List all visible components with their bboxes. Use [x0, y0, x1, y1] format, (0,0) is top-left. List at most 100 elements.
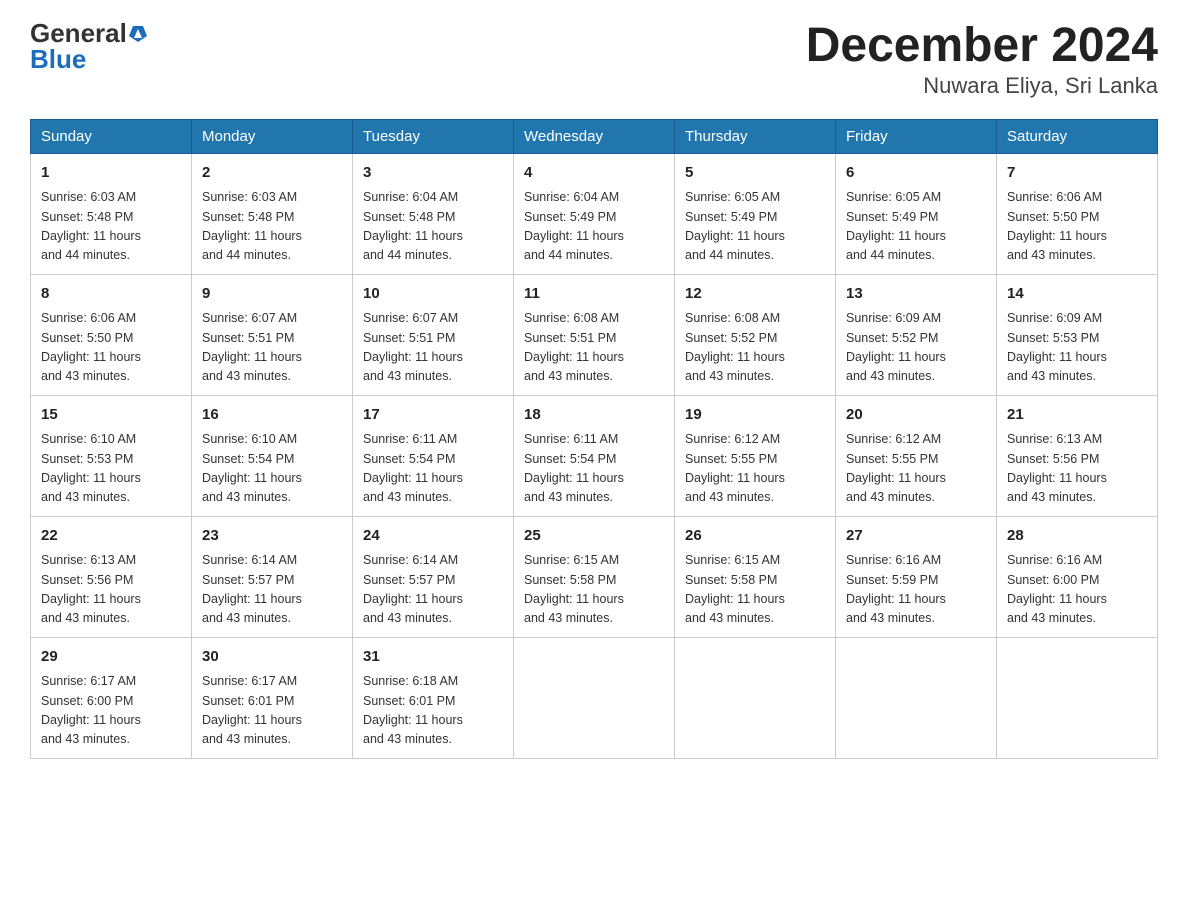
day-info: Sunrise: 6:16 AMSunset: 6:00 PMDaylight:… [1007, 551, 1147, 629]
calendar-cell: 6 Sunrise: 6:05 AMSunset: 5:49 PMDaylight… [836, 153, 997, 274]
day-number: 10 [363, 283, 503, 306]
day-info: Sunrise: 6:12 AMSunset: 5:55 PMDaylight:… [685, 430, 825, 508]
day-info: Sunrise: 6:11 AMSunset: 5:54 PMDaylight:… [524, 430, 664, 508]
day-number: 13 [846, 283, 986, 306]
calendar-cell: 31 Sunrise: 6:18 AMSunset: 6:01 PMDayligh… [353, 637, 514, 758]
day-number: 16 [202, 404, 342, 427]
page-header: General Blue December 2024 Nuwara Eliya,… [30, 20, 1158, 99]
day-number: 20 [846, 404, 986, 427]
day-number: 8 [41, 283, 181, 306]
day-info: Sunrise: 6:09 AMSunset: 5:52 PMDaylight:… [846, 309, 986, 387]
calendar-cell [997, 637, 1158, 758]
header-sunday: Sunday [31, 119, 192, 153]
calendar-cell: 21 Sunrise: 6:13 AMSunset: 5:56 PMDayligh… [997, 395, 1158, 516]
day-info: Sunrise: 6:11 AMSunset: 5:54 PMDaylight:… [363, 430, 503, 508]
day-info: Sunrise: 6:04 AMSunset: 5:49 PMDaylight:… [524, 188, 664, 266]
calendar-cell: 11 Sunrise: 6:08 AMSunset: 5:51 PMDayligh… [514, 274, 675, 395]
day-info: Sunrise: 6:16 AMSunset: 5:59 PMDaylight:… [846, 551, 986, 629]
calendar-cell: 26 Sunrise: 6:15 AMSunset: 5:58 PMDayligh… [675, 516, 836, 637]
day-number: 2 [202, 162, 342, 185]
header-tuesday: Tuesday [353, 119, 514, 153]
day-info: Sunrise: 6:06 AMSunset: 5:50 PMDaylight:… [1007, 188, 1147, 266]
day-info: Sunrise: 6:14 AMSunset: 5:57 PMDaylight:… [202, 551, 342, 629]
calendar-cell: 23Sunrise: 6:14 AMSunset: 5:57 PMDayligh… [192, 516, 353, 637]
calendar-week-3: 15 Sunrise: 6:10 AMSunset: 5:53 PMDayligh… [31, 395, 1158, 516]
calendar-cell: 24 Sunrise: 6:14 AMSunset: 5:57 PMDayligh… [353, 516, 514, 637]
day-info: Sunrise: 6:13 AMSunset: 5:56 PMDaylight:… [41, 551, 181, 629]
calendar-cell: 16Sunrise: 6:10 AMSunset: 5:54 PMDayligh… [192, 395, 353, 516]
calendar-cell: 1 Sunrise: 6:03 AMSunset: 5:48 PMDaylight… [31, 153, 192, 274]
day-number: 26 [685, 525, 825, 548]
day-info: Sunrise: 6:03 AMSunset: 5:48 PMDaylight:… [41, 188, 181, 266]
calendar-cell: 15 Sunrise: 6:10 AMSunset: 5:53 PMDayligh… [31, 395, 192, 516]
day-info: Sunrise: 6:18 AMSunset: 6:01 PMDaylight:… [363, 672, 503, 750]
calendar-cell: 4Sunrise: 6:04 AMSunset: 5:49 PMDaylight… [514, 153, 675, 274]
calendar-cell: 18 Sunrise: 6:11 AMSunset: 5:54 PMDayligh… [514, 395, 675, 516]
day-info: Sunrise: 6:09 AMSunset: 5:53 PMDaylight:… [1007, 309, 1147, 387]
calendar-cell: 3 Sunrise: 6:04 AMSunset: 5:48 PMDaylight… [353, 153, 514, 274]
day-number: 27 [846, 525, 986, 548]
calendar-cell: 28 Sunrise: 6:16 AMSunset: 6:00 PMDayligh… [997, 516, 1158, 637]
day-info: Sunrise: 6:07 AMSunset: 5:51 PMDaylight:… [202, 309, 342, 387]
calendar-week-2: 8Sunrise: 6:06 AMSunset: 5:50 PMDaylight… [31, 274, 1158, 395]
day-info: Sunrise: 6:08 AMSunset: 5:51 PMDaylight:… [524, 309, 664, 387]
header-friday: Friday [836, 119, 997, 153]
day-number: 24 [363, 525, 503, 548]
calendar-cell: 27 Sunrise: 6:16 AMSunset: 5:59 PMDayligh… [836, 516, 997, 637]
day-number: 12 [685, 283, 825, 306]
calendar-cell: 19 Sunrise: 6:12 AMSunset: 5:55 PMDayligh… [675, 395, 836, 516]
day-info: Sunrise: 6:05 AMSunset: 5:49 PMDaylight:… [685, 188, 825, 266]
calendar-cell: 10 Sunrise: 6:07 AMSunset: 5:51 PMDayligh… [353, 274, 514, 395]
day-number: 11 [524, 283, 664, 306]
header-saturday: Saturday [997, 119, 1158, 153]
day-number: 1 [41, 162, 181, 185]
calendar-cell: 5 Sunrise: 6:05 AMSunset: 5:49 PMDaylight… [675, 153, 836, 274]
day-number: 15 [41, 404, 181, 427]
calendar-cell [836, 637, 997, 758]
month-title: December 2024 [806, 20, 1158, 73]
calendar-cell: 20 Sunrise: 6:12 AMSunset: 5:55 PMDayligh… [836, 395, 997, 516]
logo-general: General [30, 20, 147, 46]
day-info: Sunrise: 6:08 AMSunset: 5:52 PMDaylight:… [685, 309, 825, 387]
day-info: Sunrise: 6:13 AMSunset: 5:56 PMDaylight:… [1007, 430, 1147, 508]
day-info: Sunrise: 6:14 AMSunset: 5:57 PMDaylight:… [363, 551, 503, 629]
day-info: Sunrise: 6:03 AMSunset: 5:48 PMDaylight:… [202, 188, 342, 266]
calendar-week-4: 22Sunrise: 6:13 AMSunset: 5:56 PMDayligh… [31, 516, 1158, 637]
calendar-cell: 13 Sunrise: 6:09 AMSunset: 5:52 PMDayligh… [836, 274, 997, 395]
calendar-cell: 12 Sunrise: 6:08 AMSunset: 5:52 PMDayligh… [675, 274, 836, 395]
day-info: Sunrise: 6:12 AMSunset: 5:55 PMDaylight:… [846, 430, 986, 508]
day-number: 3 [363, 162, 503, 185]
calendar-cell: 2 Sunrise: 6:03 AMSunset: 5:48 PMDaylight… [192, 153, 353, 274]
day-number: 6 [846, 162, 986, 185]
calendar-cell: 9Sunrise: 6:07 AMSunset: 5:51 PMDaylight… [192, 274, 353, 395]
day-number: 7 [1007, 162, 1147, 185]
calendar-cell: 14 Sunrise: 6:09 AMSunset: 5:53 PMDayligh… [997, 274, 1158, 395]
day-number: 31 [363, 646, 503, 669]
day-number: 19 [685, 404, 825, 427]
day-number: 28 [1007, 525, 1147, 548]
day-info: Sunrise: 6:05 AMSunset: 5:49 PMDaylight:… [846, 188, 986, 266]
day-number: 29 [41, 646, 181, 669]
calendar-cell [514, 637, 675, 758]
logo-triangle-icon [129, 24, 147, 42]
day-info: Sunrise: 6:15 AMSunset: 5:58 PMDaylight:… [685, 551, 825, 629]
calendar-cell: 8Sunrise: 6:06 AMSunset: 5:50 PMDaylight… [31, 274, 192, 395]
calendar-week-5: 29Sunrise: 6:17 AMSunset: 6:00 PMDayligh… [31, 637, 1158, 758]
day-info: Sunrise: 6:17 AMSunset: 6:01 PMDaylight:… [202, 672, 342, 750]
day-info: Sunrise: 6:07 AMSunset: 5:51 PMDaylight:… [363, 309, 503, 387]
calendar-cell: 22Sunrise: 6:13 AMSunset: 5:56 PMDayligh… [31, 516, 192, 637]
calendar-cell: 17Sunrise: 6:11 AMSunset: 5:54 PMDayligh… [353, 395, 514, 516]
day-number: 21 [1007, 404, 1147, 427]
calendar-cell [675, 637, 836, 758]
header-thursday: Thursday [675, 119, 836, 153]
day-number: 30 [202, 646, 342, 669]
day-info: Sunrise: 6:10 AMSunset: 5:53 PMDaylight:… [41, 430, 181, 508]
day-number: 5 [685, 162, 825, 185]
header-monday: Monday [192, 119, 353, 153]
day-info: Sunrise: 6:04 AMSunset: 5:48 PMDaylight:… [363, 188, 503, 266]
day-number: 14 [1007, 283, 1147, 306]
calendar-header-row: Sunday Monday Tuesday Wednesday Thursday… [31, 119, 1158, 153]
day-number: 18 [524, 404, 664, 427]
calendar-cell: 7 Sunrise: 6:06 AMSunset: 5:50 PMDaylight… [997, 153, 1158, 274]
day-number: 25 [524, 525, 664, 548]
